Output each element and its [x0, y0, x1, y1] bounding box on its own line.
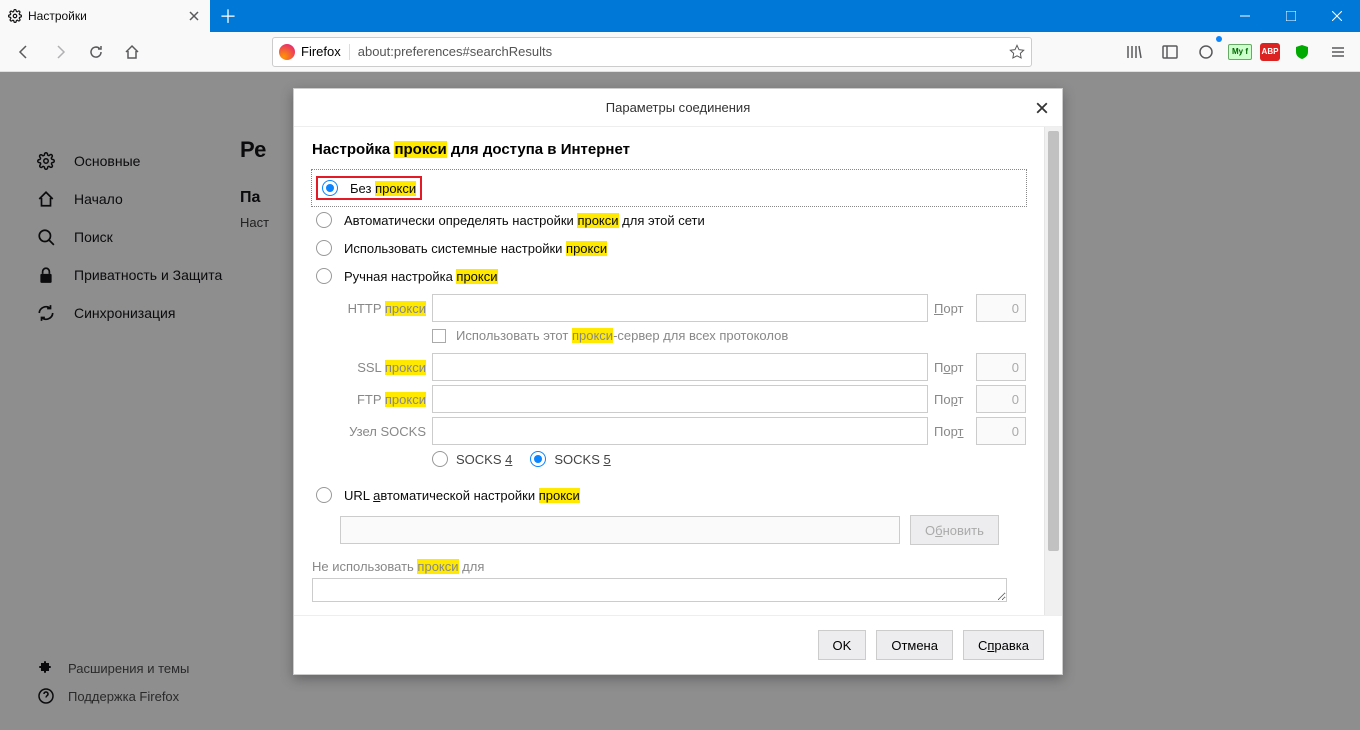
extension-icon-myf[interactable]: My f: [1228, 44, 1252, 60]
dialog-close-button[interactable]: [1032, 98, 1052, 118]
port-label: Порт: [934, 392, 970, 407]
home-button[interactable]: [116, 36, 148, 68]
help-button[interactable]: Справка: [963, 630, 1044, 660]
browser-tab[interactable]: Настройки: [0, 0, 210, 32]
port-label: Порт: [934, 301, 970, 316]
tab-title: Настройки: [28, 9, 87, 23]
window-minimize-button[interactable]: [1222, 0, 1268, 32]
socks-host-input[interactable]: [432, 417, 928, 445]
new-tab-button[interactable]: ＋: [210, 0, 246, 32]
site-identity[interactable]: Firefox: [279, 44, 350, 60]
url-text: about:preferences#searchResults: [358, 44, 552, 59]
radio-auto-detect[interactable]: Автоматически определять настройки прокс…: [312, 206, 1026, 234]
radio-label: URL автоматической настройки прокси: [344, 488, 580, 503]
extension-icon-1[interactable]: [1192, 38, 1220, 66]
scrollbar-thumb[interactable]: [1048, 131, 1059, 551]
window-close-button[interactable]: [1314, 0, 1360, 32]
radio-icon: [316, 212, 332, 228]
identity-label: Firefox: [301, 44, 341, 59]
http-label: HTTP прокси: [336, 301, 426, 316]
back-button[interactable]: [8, 36, 40, 68]
radio-label: SOCKS 5: [554, 452, 610, 467]
dialog-footer: OK Отмена Справка: [294, 615, 1062, 674]
ssl-proxy-row: SSL прокси Порт: [336, 353, 1026, 381]
dialog-scrollbar[interactable]: [1044, 127, 1062, 615]
radio-socks5[interactable]: SOCKS 5: [530, 451, 610, 467]
radio-no-proxy[interactable]: Без прокси: [312, 170, 1026, 206]
radio-icon: [316, 487, 332, 503]
radio-icon: [316, 240, 332, 256]
radio-manual-proxy[interactable]: Ручная настройка прокси: [312, 262, 1026, 290]
radio-icon: [530, 451, 546, 467]
radio-label: Без прокси: [350, 181, 416, 196]
window-titlebar: Настройки ＋: [0, 0, 1360, 32]
app-menu-button[interactable]: [1324, 38, 1352, 66]
ftp-label: FTP прокси: [336, 392, 426, 407]
tab-close-button[interactable]: [186, 8, 202, 24]
radio-icon: [316, 268, 332, 284]
port-label: Порт: [934, 424, 970, 439]
forward-button[interactable]: [44, 36, 76, 68]
radio-socks4[interactable]: SOCKS 4: [432, 451, 512, 467]
port-label: Порт: [934, 360, 970, 375]
radio-label: Автоматически определять настройки прокс…: [344, 213, 705, 228]
no-proxy-input[interactable]: [312, 578, 1007, 602]
no-proxy-label: Не использовать прокси для: [312, 559, 1026, 574]
pac-url-input[interactable]: [340, 516, 900, 544]
http-proxy-row: HTTP прокси Порт: [336, 294, 1026, 322]
window-maximize-button[interactable]: [1268, 0, 1314, 32]
dialog-header: Параметры соединения: [294, 89, 1062, 127]
checkbox-icon: [432, 329, 446, 343]
ssl-host-input[interactable]: [432, 353, 928, 381]
reload-button[interactable]: [80, 36, 112, 68]
bookmark-star-icon[interactable]: [1009, 44, 1025, 60]
radio-icon: [322, 180, 338, 196]
ssl-label: SSL прокси: [336, 360, 426, 375]
firefox-icon: [279, 44, 295, 60]
extension-icon-shield[interactable]: [1288, 38, 1316, 66]
ok-button[interactable]: OK: [818, 630, 867, 660]
ftp-port-input[interactable]: [976, 385, 1026, 413]
ftp-proxy-row: FTP прокси Порт: [336, 385, 1026, 413]
socks-label: Узел SOCKS: [336, 424, 426, 439]
radio-system-proxy[interactable]: Использовать системные настройки прокси: [312, 234, 1026, 262]
extension-icon-abp[interactable]: ABP: [1260, 43, 1280, 61]
dialog-title: Параметры соединения: [606, 100, 750, 115]
use-for-all-row[interactable]: Использовать этот прокси-сервер для всех…: [432, 328, 1026, 343]
reload-pac-button[interactable]: Обновить: [910, 515, 999, 545]
checkbox-label: Использовать этот прокси-сервер для всех…: [456, 328, 788, 343]
radio-label: SOCKS 4: [456, 452, 512, 467]
navigation-toolbar: Firefox about:preferences#searchResults …: [0, 32, 1360, 72]
proxy-section-title: Настройка прокси для доступа в Интернет: [312, 141, 1026, 158]
connection-settings-dialog: Параметры соединения Настройка прокси дл…: [293, 88, 1063, 675]
radio-label: Ручная настройка прокси: [344, 269, 498, 284]
radio-label: Использовать системные настройки прокси: [344, 241, 607, 256]
socks-port-input[interactable]: [976, 417, 1026, 445]
radio-icon: [432, 451, 448, 467]
http-host-input[interactable]: [432, 294, 928, 322]
socks-proxy-row: Узел SOCKS Порт: [336, 417, 1026, 445]
url-bar[interactable]: Firefox about:preferences#searchResults: [272, 37, 1032, 67]
cancel-button[interactable]: Отмена: [876, 630, 953, 660]
ftp-host-input[interactable]: [432, 385, 928, 413]
library-icon[interactable]: [1120, 38, 1148, 66]
sidebar-icon[interactable]: [1156, 38, 1184, 66]
radio-pac-url[interactable]: URL автоматической настройки прокси: [312, 481, 1026, 509]
ssl-port-input[interactable]: [976, 353, 1026, 381]
http-port-input[interactable]: [976, 294, 1026, 322]
gear-icon: [8, 9, 22, 23]
